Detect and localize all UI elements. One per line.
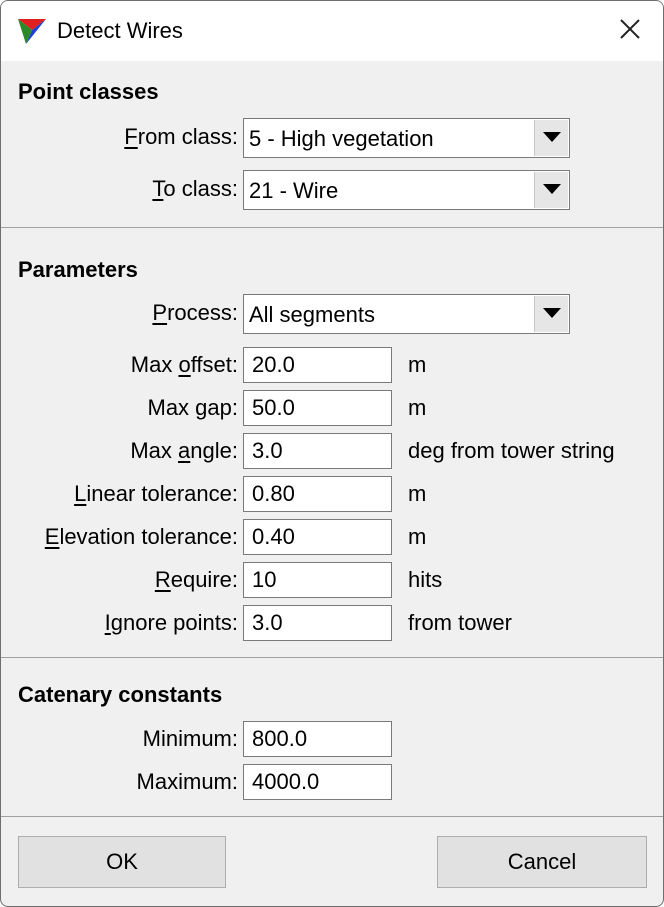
require-mnemonic: R — [154, 567, 171, 592]
cancel-button[interactable]: Cancel — [437, 836, 647, 888]
title-bar: Detect Wires — [1, 1, 663, 61]
from-class-label-text: rom class: — [137, 124, 238, 149]
max-angle-label-pre: Max — [130, 438, 179, 463]
elevation-tolerance-mnemonic: E — [44, 524, 60, 549]
linear-tolerance-label-text: inear tolerance: — [86, 481, 238, 506]
max-gap-value: 50.0 — [252, 395, 295, 420]
maximum-label: Maximum: — [136, 769, 238, 794]
to-class-mnemonic: T — [152, 176, 164, 201]
ignore-points-label-text: gnore points: — [110, 610, 238, 635]
max-offset-input[interactable]: 20.0 — [243, 347, 392, 383]
require-value: 10 — [252, 567, 277, 592]
to-class-label: To class: — [152, 176, 238, 202]
elevation-tolerance-label: Elevation tolerance: — [45, 524, 238, 550]
section-title-point-classes: Point classes — [18, 79, 159, 104]
linear-tolerance-value: 0.80 — [252, 481, 295, 506]
linear-tolerance-mnemonic: L — [74, 481, 87, 506]
max-gap-input[interactable]: 50.0 — [243, 390, 392, 426]
window-title: Detect Wires — [57, 18, 183, 43]
from-class-value: 5 - High vegetation — [249, 126, 434, 151]
max-angle-label-text: ngle: — [190, 438, 238, 463]
divider — [1, 657, 663, 658]
max-angle-mnemonic: a — [178, 438, 191, 463]
elevation-tolerance-unit: m — [408, 524, 427, 549]
process-value: All segments — [249, 302, 375, 327]
process-label: Process: — [152, 300, 238, 326]
elevation-tolerance-value: 0.40 — [252, 524, 295, 549]
tri-color-triangle-icon — [18, 19, 46, 44]
require-label: Require: — [155, 567, 238, 593]
divider — [1, 227, 663, 228]
from-class-select[interactable]: 5 - High vegetation — [243, 118, 570, 158]
max-angle-input[interactable]: 3.0 — [243, 433, 392, 469]
process-select[interactable]: All segments — [243, 294, 570, 334]
chevron-down-icon — [543, 308, 561, 318]
elevation-tolerance-label-text: levation tolerance: — [59, 524, 238, 549]
to-class-select[interactable]: 21 - Wire — [243, 170, 570, 210]
max-gap-unit: m — [408, 395, 427, 420]
maximum-input[interactable]: 4000.0 — [243, 764, 392, 800]
max-angle-label: Max angle: — [130, 438, 238, 464]
max-offset-label: Max offset: — [131, 352, 238, 378]
ignore-points-label: Ignore points: — [105, 610, 238, 636]
ignore-points-unit: from tower — [408, 610, 512, 635]
from-class-dropdown-button[interactable] — [534, 120, 568, 156]
max-offset-mnemonic: o — [178, 352, 191, 377]
to-class-value: 21 - Wire — [249, 178, 339, 203]
minimum-value: 800.0 — [252, 726, 308, 751]
divider — [1, 816, 663, 817]
ignore-points-input[interactable]: 3.0 — [243, 605, 392, 641]
require-label-text: equire: — [170, 567, 238, 592]
linear-tolerance-label: Linear tolerance: — [74, 481, 238, 507]
section-title-catenary-constants: Catenary constants — [18, 682, 223, 707]
detect-wires-dialog: Detect Wires Point classes From class: 5… — [0, 0, 664, 907]
minimum-input[interactable]: 800.0 — [243, 721, 392, 757]
from-class-mnemonic: F — [124, 124, 138, 149]
ignore-points-value: 3.0 — [252, 610, 283, 635]
to-class-label-text: o class: — [163, 176, 238, 201]
process-dropdown-button[interactable] — [534, 296, 568, 332]
chevron-down-icon — [543, 132, 561, 142]
max-offset-label-pre: Max — [130, 352, 179, 377]
max-gap-label: Max gap: — [148, 395, 239, 421]
from-class-label: From class: — [124, 124, 238, 150]
max-offset-unit: m — [408, 352, 427, 377]
linear-tolerance-input[interactable]: 0.80 — [243, 476, 392, 512]
to-class-dropdown-button[interactable] — [534, 172, 568, 208]
max-angle-unit: deg from tower string — [408, 438, 615, 463]
max-angle-value: 3.0 — [252, 438, 283, 463]
linear-tolerance-unit: m — [408, 481, 427, 506]
require-input[interactable]: 10 — [243, 562, 392, 598]
max-gap-label-pre: Max gap: — [147, 395, 239, 420]
section-title-parameters: Parameters — [18, 257, 138, 282]
require-unit: hits — [408, 567, 443, 592]
max-offset-label-text: ffset: — [190, 352, 238, 377]
elevation-tolerance-input[interactable]: 0.40 — [243, 519, 392, 555]
process-label-text: rocess: — [167, 300, 238, 325]
ok-button[interactable]: OK — [18, 836, 226, 888]
chevron-down-icon — [543, 184, 561, 194]
close-icon[interactable] — [611, 11, 647, 47]
process-mnemonic: P — [152, 300, 168, 325]
minimum-label: Minimum: — [142, 726, 238, 751]
max-offset-value: 20.0 — [252, 352, 295, 377]
maximum-value: 4000.0 — [252, 769, 320, 794]
